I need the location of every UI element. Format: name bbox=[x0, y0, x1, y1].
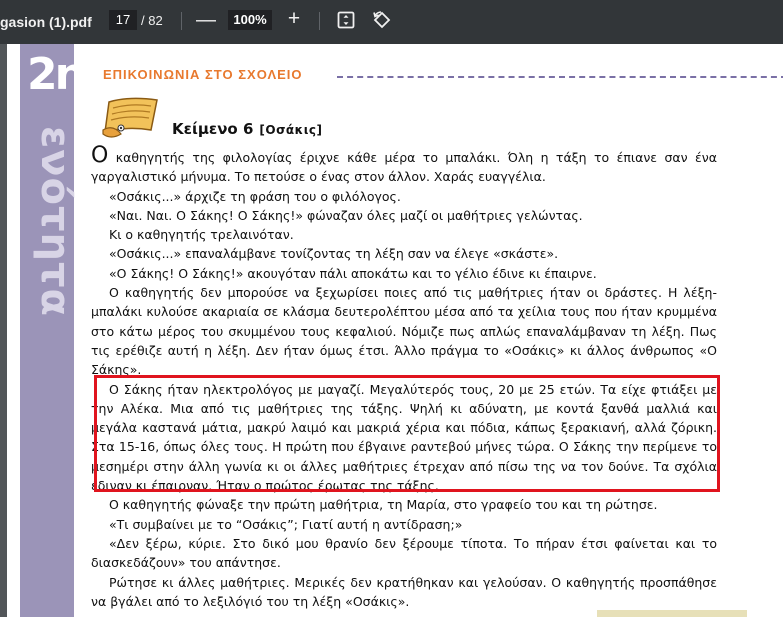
text-heading: Κείμενο 6 [Οσάκις] bbox=[172, 120, 322, 138]
file-name: gasion (1).pdf bbox=[0, 14, 92, 30]
paragraph: «Οσάκις...» επαναλάμβανε τονίζοντας τη λ… bbox=[109, 246, 559, 262]
section-number: 2η bbox=[27, 49, 86, 100]
zoom-level-input[interactable]: 100% bbox=[228, 10, 272, 30]
rotate-icon[interactable] bbox=[372, 10, 392, 30]
paragraph: «Οσάκις...» άρχιζε τη φράση του ο φιλόλο… bbox=[109, 188, 401, 204]
zoom-in-button[interactable]: + bbox=[284, 8, 304, 30]
paragraph-text: καθηγητής της φιλολογίας έριχνε κάθε μέρ… bbox=[91, 150, 717, 185]
text-subtitle: [Οσάκις] bbox=[259, 123, 323, 137]
fit-page-icon[interactable] bbox=[337, 11, 355, 29]
pdf-toolbar: gasion (1).pdf 17 / 82 — 100% + bbox=[0, 0, 783, 44]
page-number-input[interactable]: 17 bbox=[109, 10, 137, 30]
paragraph: Ο καθηγητής της φιλολογίας έριχνε κάθε μ… bbox=[91, 145, 717, 187]
toolbar-divider bbox=[181, 12, 182, 30]
text-title: Κείμενο 6 bbox=[172, 120, 254, 138]
paragraph: Κι ο καθηγητής τρελαινόταν. bbox=[109, 227, 294, 243]
paragraph: Ο καθηγητής φώναξε την πρώτη μαθήτρια, τ… bbox=[109, 497, 658, 513]
paragraph: «Δεν ξέρω, κύριε. Στο δικό μου θρανίο δε… bbox=[91, 535, 717, 571]
scroll-illustration-icon bbox=[102, 97, 158, 138]
paragraph: Ο καθηγητής δεν μπορούσε να ξεχωρίσει πο… bbox=[91, 285, 717, 378]
paragraph: Ρώτησε κι άλλες μαθήτριες. Μερικές δεν κ… bbox=[91, 574, 717, 609]
zoom-out-button[interactable]: — bbox=[196, 9, 216, 31]
section-label: ενότητα bbox=[32, 126, 78, 318]
chapter-divider bbox=[337, 76, 783, 78]
chapter-title: ΕΠΙΚΟΙΝΩΝΙΑ ΣΤΟ ΣΧΟΛΕΙΟ bbox=[103, 67, 303, 82]
drop-cap: Ο bbox=[91, 143, 109, 168]
decorative-illustration bbox=[597, 610, 747, 617]
paragraph: «Τι συμβαίνει με το “Οσάκις”; Γιατί αυτή… bbox=[109, 516, 463, 532]
paragraph: «Ο Σάκης! Ο Σάκης!» ακουγόταν πάλι αποκά… bbox=[109, 265, 597, 281]
paragraph: «Ναι. Ναι. Ο Σάκης! Ο Σάκης!» φώναζαν όλ… bbox=[109, 207, 583, 223]
toolbar-divider bbox=[319, 12, 320, 30]
highlight-box bbox=[94, 375, 720, 492]
page-total: / 82 bbox=[141, 13, 163, 28]
pdf-page: 2η ενότητα ΕΠΙΚΟΙΝΩΝΙΑ ΣΤΟ ΣΧΟΛΕΙΟ Κείμε… bbox=[7, 44, 783, 617]
